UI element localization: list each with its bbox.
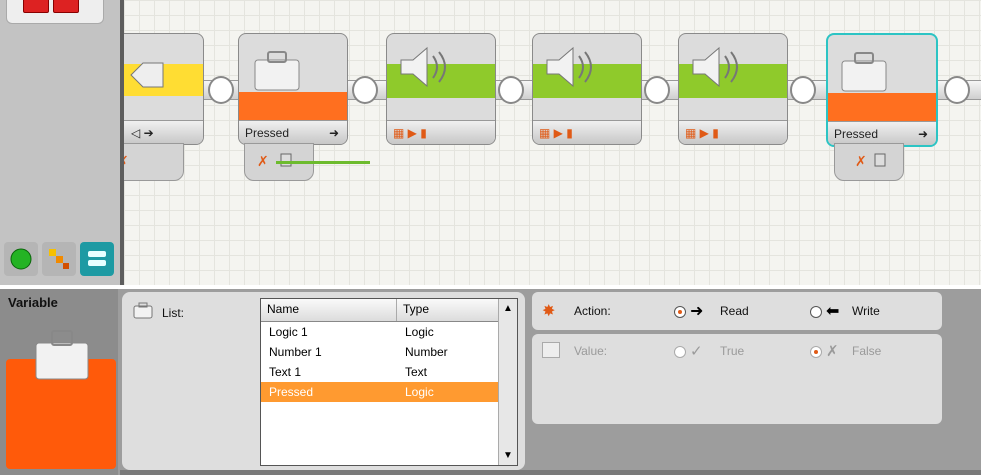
list-header: Name Type: [261, 299, 517, 322]
variable-list[interactable]: Name Type Logic 1 Logic Number 1 Number …: [260, 298, 518, 466]
program-canvas[interactable]: ◁ ➔ ✗ Pressed ➜ ✗ ▦ ▶ ▮ ▦ ▶ ▮ ▦ ▶ ▮: [124, 0, 981, 285]
row-name: Pressed: [269, 385, 314, 399]
block-footer: ▦ ▶ ▮: [387, 120, 495, 144]
false-radio[interactable]: [810, 346, 822, 358]
block-info-panel: Variable: [0, 289, 118, 475]
play-controls-icon: ▦ ▶ ▮: [393, 125, 427, 140]
green-circle-icon: [10, 248, 32, 270]
true-label[interactable]: True: [720, 344, 744, 358]
common-palette-tab[interactable]: [4, 242, 38, 276]
panel-bottom-edge: [120, 470, 981, 475]
write-label[interactable]: Write: [852, 304, 880, 318]
beam-connector: [790, 76, 816, 104]
complete-palette-tab[interactable]: [42, 242, 76, 276]
list-row-selected[interactable]: Pressed Logic: [261, 382, 517, 402]
action-panel: ✸ Action: ➜ Read ⬅ Write: [532, 292, 942, 330]
read-arrow-icon: ➜: [917, 126, 928, 141]
svg-text:✗: ✗: [257, 153, 269, 169]
svg-text:✗: ✗: [855, 153, 867, 169]
plug-icon: ✗: [855, 153, 886, 169]
sound-block[interactable]: ▦ ▶ ▮: [678, 33, 788, 145]
true-radio[interactable]: [674, 346, 686, 358]
variable-block-selected[interactable]: Pressed ➜: [826, 33, 938, 147]
block-footer-label: Pressed: [834, 126, 879, 141]
variable-block[interactable]: Pressed ➜: [238, 33, 348, 145]
suitcase-icon: [254, 51, 300, 91]
stacked-bars-icon: [88, 251, 106, 266]
scroll-up-icon[interactable]: ▲: [499, 303, 517, 314]
block-footer: ◁ ➔: [124, 120, 203, 144]
value-icon: [542, 342, 560, 358]
suitcase-icon: [841, 52, 887, 92]
beam-connector: [944, 76, 970, 104]
scroll-down-icon[interactable]: ▼: [499, 450, 517, 461]
block-footer: Pressed ➜: [828, 121, 936, 145]
list-row[interactable]: Text 1 Text: [261, 362, 517, 382]
red-block-icon: [23, 0, 49, 13]
svg-text:✗: ✗: [124, 153, 129, 169]
write-icon: ⬅: [826, 303, 840, 320]
row-type: Logic: [405, 325, 434, 339]
read-arrow-icon: ➜: [328, 125, 339, 140]
block-palette: [0, 0, 124, 285]
compare-block[interactable]: ◁ ➔: [124, 33, 204, 145]
configuration-panel: Variable List: Name Type Logic 1 Logic N…: [0, 289, 981, 475]
list-row[interactable]: Number 1 Number: [261, 342, 517, 362]
action-label: Action:: [574, 304, 611, 318]
compare-icon: [130, 62, 164, 88]
blocks-diagonal-icon: [49, 249, 69, 269]
beam-connector: [352, 76, 378, 104]
column-type-header[interactable]: Type: [397, 299, 497, 321]
play-controls-icon: ▦ ▶ ▮: [685, 125, 719, 140]
write-radio[interactable]: [810, 306, 822, 318]
beam-connector: [208, 76, 234, 104]
block-footer: ▦ ▶ ▮: [533, 120, 641, 144]
speaker-icon: [546, 46, 592, 88]
list-scrollbar[interactable]: ▲ ▼: [498, 299, 517, 465]
row-name: Logic 1: [269, 325, 308, 339]
read-label[interactable]: Read: [720, 304, 749, 318]
beam-connector: [644, 76, 670, 104]
value-label: Value:: [574, 344, 608, 358]
list-panel: List: Name Type Logic 1 Logic Number 1 N…: [122, 292, 525, 470]
speaker-icon: [400, 46, 446, 88]
read-radio[interactable]: [674, 306, 686, 318]
data-hub[interactable]: ✗: [834, 143, 904, 181]
suitcase-icon: [35, 330, 89, 380]
palette-tabs: [4, 242, 118, 280]
value-panel: Value: ✓ True ✗ False: [532, 334, 942, 424]
beam-connector: [498, 76, 524, 104]
block-title: Variable: [8, 295, 58, 310]
red-block-icon: [53, 0, 79, 13]
play-controls-icon: ▦ ▶ ▮: [539, 125, 573, 140]
row-name: Text 1: [269, 365, 302, 379]
row-type: Text: [405, 365, 428, 379]
custom-palette-tab[interactable]: [80, 242, 114, 276]
plug-icon: ✗: [124, 153, 129, 169]
sound-block[interactable]: ▦ ▶ ▮: [386, 33, 496, 145]
data-wire[interactable]: [276, 161, 370, 164]
read-icon: ➜: [690, 303, 704, 320]
list-icon: [133, 302, 153, 319]
list-row[interactable]: Logic 1 Logic: [261, 322, 517, 342]
block-icon-tile: [6, 330, 116, 469]
check-icon: ✓: [690, 343, 703, 360]
palette-top-button[interactable]: [6, 0, 104, 24]
column-name-header[interactable]: Name: [261, 299, 397, 321]
list-label: List:: [162, 306, 185, 320]
row-type: Logic: [405, 385, 434, 399]
row-type: Number: [405, 345, 448, 359]
arrow-left-icon: ◁ ➔: [131, 125, 154, 140]
block-footer: ▦ ▶ ▮: [679, 120, 787, 144]
cross-icon: ✗: [826, 343, 839, 360]
data-hub[interactable]: ✗: [124, 143, 184, 181]
block-footer: Pressed ➜: [239, 120, 347, 144]
block-footer-label: Pressed: [245, 125, 290, 140]
speaker-icon: [692, 46, 738, 88]
false-label[interactable]: False: [852, 344, 881, 358]
row-name: Number 1: [269, 345, 322, 359]
burst-icon: ✸: [542, 303, 556, 320]
sound-block[interactable]: ▦ ▶ ▮: [532, 33, 642, 145]
